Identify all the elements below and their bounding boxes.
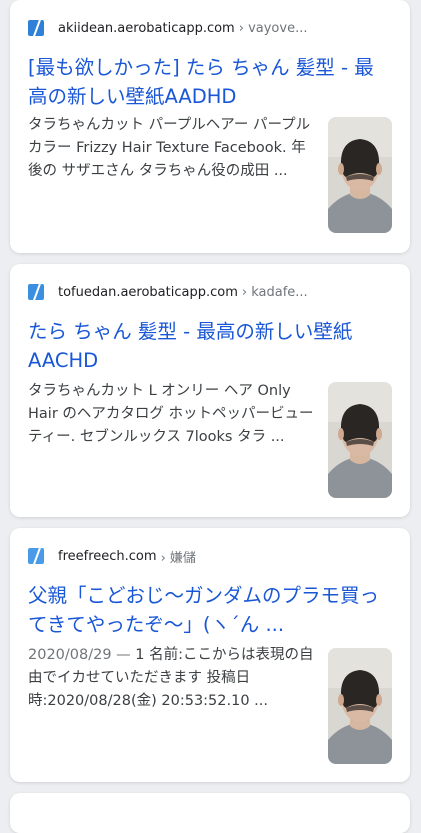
result-snippet: タラちゃんカット パープルヘアー パープルカラー Frizzy Hair Tex… xyxy=(28,117,311,179)
result-snippet: 2020/08/29 — 1 名前:ここからは表現の自由でイカせていただきます … xyxy=(28,644,318,713)
result-title-link[interactable]: たら ちゃん 髪型 - 最高の新しい壁紙AACHD xyxy=(28,317,393,375)
source-row[interactable]: freefreech.com › 嫌儲 xyxy=(28,546,196,566)
result-card[interactable]: freefreech.com › 嫌儲 父親「こどおじ〜ガンダムのプラモ買ってき… xyxy=(10,528,410,782)
source-row[interactable]: tofuedan.aerobaticapp.com › kadafe... xyxy=(28,282,308,302)
result-card[interactable]: akiidean.aerobaticapp.com › vayove... [最… xyxy=(10,0,410,253)
result-path: › vayove... xyxy=(238,20,308,36)
boy-haircut-photo-icon xyxy=(328,382,392,498)
boy-haircut-photo-icon xyxy=(328,648,392,764)
result-path: › 嫌儲 xyxy=(160,550,196,566)
result-thumbnail[interactable] xyxy=(328,382,392,498)
result-card[interactable]: tofuedan.aerobaticapp.com › kadafe... たら… xyxy=(10,264,410,517)
result-title-link[interactable]: 父親「こどおじ〜ガンダムのプラモ買ってきてやったぞ〜」(ヽ´ん ... xyxy=(28,581,393,639)
result-thumbnail[interactable] xyxy=(328,117,392,233)
result-card-partial[interactable] xyxy=(10,793,410,833)
result-path: › kadafe... xyxy=(241,284,308,300)
result-domain: tofuedan.aerobaticapp.com xyxy=(58,284,238,300)
site-favicon-icon xyxy=(28,284,44,300)
result-title-link[interactable]: [最も欲しかった] たら ちゃん 髪型 - 最高の新しい壁紙AADHD xyxy=(28,53,393,111)
result-thumbnail[interactable] xyxy=(328,648,392,764)
site-favicon-icon xyxy=(28,20,44,36)
source-row[interactable]: akiidean.aerobaticapp.com › vayove... xyxy=(28,18,307,38)
result-snippet: タラちゃんカット L オンリー ヘア Only Hair のヘアカタログ ホット… xyxy=(28,383,314,445)
result-domain: akiidean.aerobaticapp.com xyxy=(58,20,235,36)
result-date: 2020/08/29 — xyxy=(28,647,136,663)
site-favicon-icon xyxy=(28,548,44,564)
boy-haircut-photo-icon xyxy=(328,117,392,233)
result-domain: freefreech.com xyxy=(58,548,157,564)
